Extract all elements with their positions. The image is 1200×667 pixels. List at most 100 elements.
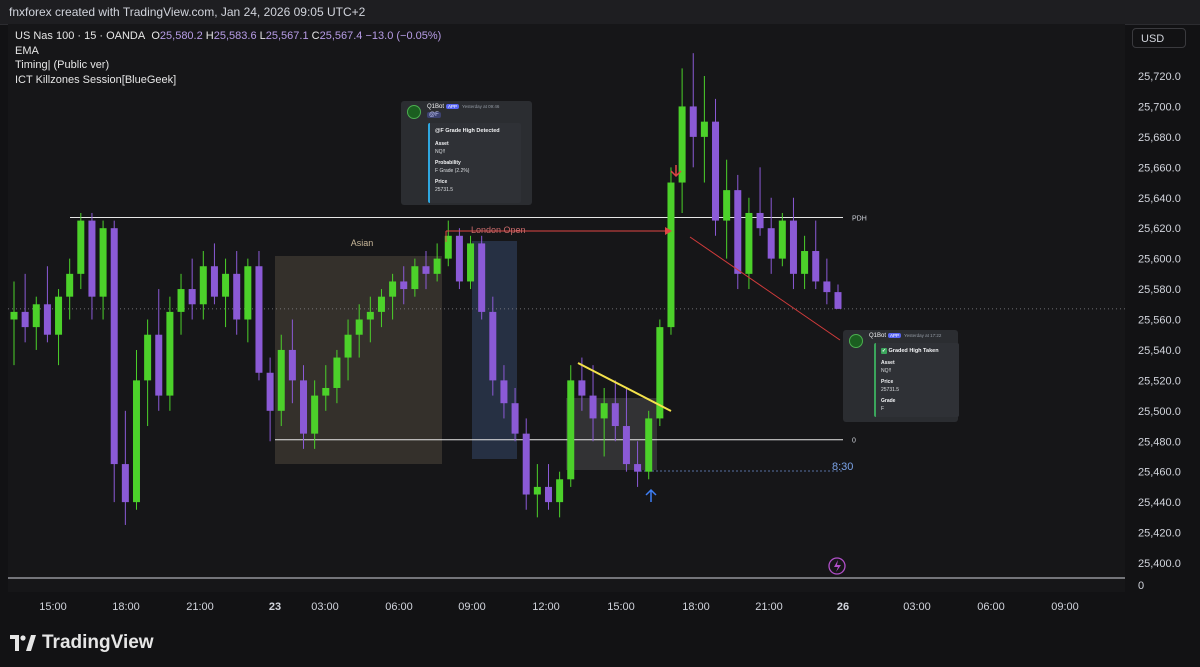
up-arrow-icon <box>645 488 657 502</box>
candle-body <box>244 266 252 320</box>
price-tick-label: 25,440.0 <box>1138 497 1181 509</box>
bot-name: Q1Bot <box>869 333 887 339</box>
candle-body <box>132 380 140 503</box>
candle-body <box>422 266 430 274</box>
price-tick-label: 25,520.0 <box>1138 375 1181 387</box>
field-value: 25731.5 <box>881 387 900 393</box>
time-830-label: 8:30 <box>832 461 853 473</box>
field-label: Grade <box>881 398 896 404</box>
zero-level-label: 0 <box>852 438 856 445</box>
candle-body <box>467 243 475 282</box>
candle-body <box>600 403 608 419</box>
close-label: C <box>311 30 320 42</box>
bot-alert-card-1: Q1Bot APP Yesterday at 09:46 @F @F Grade H… <box>401 101 532 205</box>
candle-body <box>177 289 185 312</box>
candle-body <box>43 304 51 335</box>
candle-body <box>344 334 352 358</box>
high-label: H <box>205 30 214 42</box>
candle-body <box>734 190 742 274</box>
candle-body <box>801 251 809 274</box>
candle-body <box>377 296 385 312</box>
field-value: F <box>881 406 885 412</box>
price-tick-label: 25,500.0 <box>1138 406 1181 418</box>
currency-button[interactable]: USD <box>1132 28 1186 48</box>
open-value: 25,580.2 <box>159 30 203 42</box>
time-tick-label: 21:00 <box>755 601 783 613</box>
card-time: Yesterday at 17:22 <box>904 333 942 338</box>
candle-body <box>199 266 207 305</box>
price-tick-label: 25,700.0 <box>1138 101 1181 113</box>
candle-body <box>110 228 118 465</box>
chart-svg: Asian PDH 0 8:30 London Open 25,720.0 25,70… <box>8 53 1181 613</box>
field-label: Asset <box>881 360 895 366</box>
bot-avatar-icon <box>849 334 863 348</box>
candle-body <box>322 387 330 396</box>
time-axis: 15:00 18:00 21:00 23 03:00 06:00 09:00 12:00 15:… <box>39 601 1079 613</box>
candle-body <box>823 281 831 293</box>
time-tick-label: 23 <box>269 601 281 613</box>
time-tick-label: 21:00 <box>186 601 214 613</box>
check-icon: ✓ <box>881 348 887 354</box>
candle-body <box>333 357 341 388</box>
price-tick-label: 25,480.0 <box>1138 436 1181 448</box>
time-tick-label: 18:00 <box>682 601 710 613</box>
symbol-name[interactable]: US Nas 100 · 15 · OANDA <box>15 30 145 42</box>
time-tick-label: 06:00 <box>977 601 1005 613</box>
candle-body <box>255 266 263 373</box>
candle-body <box>366 311 374 320</box>
price-tick-label: 25,600.0 <box>1138 254 1181 266</box>
candle-body <box>411 266 419 290</box>
candle-body <box>678 106 686 183</box>
candle-body <box>210 266 218 297</box>
price-tick-label: 25,540.0 <box>1138 345 1181 357</box>
bot-alert-card-2: Q1Bot APP Yesterday at 17:22 ✓ Graded High… <box>843 330 959 422</box>
price-tick-label: 25,560.0 <box>1138 315 1181 327</box>
candle-body <box>277 349 285 411</box>
time-tick-label: 09:00 <box>1051 601 1079 613</box>
tradingview-logo[interactable]: TradingView <box>10 632 154 654</box>
alert-embed: ✓ Graded High Taken Asset NQ!! Price 257… <box>874 343 959 417</box>
time-tick-label: 12:00 <box>532 601 560 613</box>
price-axis: 25,720.0 25,700.0 25,680.0 25,660.0 25,640.0… <box>1138 71 1181 592</box>
candle-body <box>32 304 40 328</box>
candle-body <box>812 251 820 282</box>
time-tick-label: 15:00 <box>39 601 67 613</box>
app-badge: APP <box>446 104 460 109</box>
mention-tag: @F <box>427 112 441 118</box>
branding-text: TradingView <box>42 632 154 653</box>
candle-body <box>712 121 720 221</box>
candle-body <box>400 281 408 290</box>
indicator-timing[interactable]: Timing| (Public ver) <box>15 58 441 73</box>
time-tick-label: 06:00 <box>385 601 413 613</box>
price-tick-label: 25,400.0 <box>1138 558 1181 570</box>
time-tick-label: 18:00 <box>112 601 140 613</box>
open-label: O <box>151 30 160 42</box>
candle-body <box>266 372 274 411</box>
candle-body <box>533 486 541 495</box>
field-label: Asset <box>435 141 449 147</box>
candle-body <box>233 273 241 320</box>
time-tick-label: 03:00 <box>311 601 339 613</box>
candle-body <box>489 311 497 381</box>
candle-body <box>121 464 129 503</box>
candle-body <box>188 289 196 305</box>
indicator-killzones[interactable]: ICT Killzones Session[BlueGeek] <box>15 73 441 88</box>
indicator-ema[interactable]: EMA <box>15 44 441 59</box>
candle-body <box>511 403 519 434</box>
price-tick-label: 25,460.0 <box>1138 467 1181 479</box>
app-badge: APP <box>888 333 902 338</box>
candle-body <box>455 235 463 282</box>
candle-body <box>433 258 441 274</box>
candle-body <box>500 380 508 404</box>
candle-body <box>700 121 708 137</box>
candle-body <box>77 220 85 274</box>
session-zones: Asian <box>275 238 657 470</box>
time-tick-label: 09:00 <box>458 601 486 613</box>
change-value: −13.0 (−0.05%) <box>365 30 442 42</box>
time-tick-label: 26 <box>837 601 849 613</box>
candle-body <box>311 395 319 434</box>
low-value: 25,567.1 <box>265 30 309 42</box>
field-label: Price <box>881 379 894 385</box>
bot-name: Q1Bot <box>427 104 445 110</box>
field-value: NQ!! <box>881 368 892 374</box>
